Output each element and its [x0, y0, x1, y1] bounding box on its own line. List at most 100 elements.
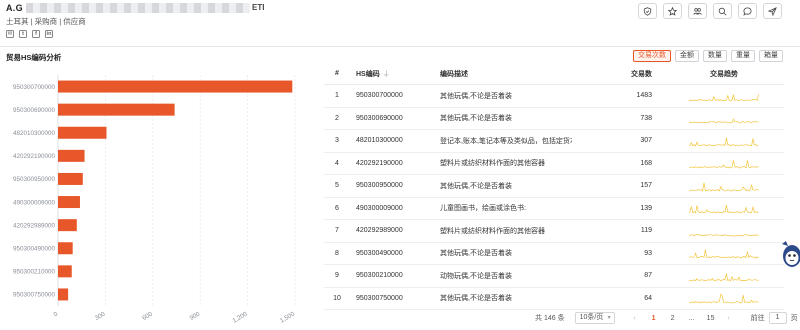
x-tick-label: 900 — [189, 310, 202, 322]
row-trend — [668, 156, 780, 170]
bar-950300210000[interactable] — [58, 265, 72, 278]
row-description: 其他玩偶,不论是否着装 — [440, 115, 512, 123]
header-actions — [638, 3, 782, 19]
page-2[interactable]: 2 — [666, 315, 680, 322]
chat-button[interactable] — [738, 3, 757, 19]
row-trend — [668, 111, 780, 125]
table-row[interactable]: 9 950300210000 动物玩偶,不论是否着装 87 — [324, 265, 784, 288]
tab-trade-count[interactable]: 交易次数 — [633, 50, 671, 62]
panel-title: 贸易HS编码分析 — [6, 53, 62, 62]
row-hs-code[interactable]: 950300750000 — [350, 295, 432, 302]
bar-420292989000[interactable] — [58, 219, 77, 232]
table-body: 1 950300700000 其他玩偶,不论是否着装 1483 2 95030069000… — [324, 85, 784, 310]
x-tick-label: 0 — [52, 310, 59, 318]
users-icon — [693, 7, 702, 15]
favorite-button[interactable] — [663, 3, 682, 19]
assistant-mascot-icon[interactable] — [778, 240, 800, 270]
row-trend — [668, 134, 780, 148]
social-links: ✉ t f in — [6, 30, 53, 38]
mail-icon[interactable]: ✉ — [6, 30, 14, 38]
linkedin-icon[interactable]: in — [45, 30, 53, 38]
share-button[interactable] — [763, 3, 782, 19]
page-1[interactable]: 1 — [647, 315, 661, 322]
row-hs-code[interactable]: 950300690000 — [350, 115, 432, 122]
tab-amount[interactable]: 金额 — [675, 50, 699, 62]
row-index: 2 — [335, 114, 339, 122]
row-hs-code[interactable]: 950300700000 — [350, 92, 432, 99]
x-tick-label: 600 — [141, 310, 154, 322]
row-index: 10 — [333, 294, 341, 302]
page-size-select[interactable]: 10条/页 ▾ — [574, 312, 615, 324]
page-ellipsis[interactable]: ... — [685, 315, 699, 322]
star-icon — [668, 6, 677, 16]
table-row[interactable]: 2 950300690000 其他玩偶,不论是否着装 738 — [324, 108, 784, 130]
goto-page-input[interactable]: 1 — [768, 312, 787, 324]
search-icon — [718, 7, 727, 15]
page-15[interactable]: 15 — [704, 315, 718, 322]
row-index: 9 — [335, 272, 339, 280]
table-row[interactable]: 5 950300950000 其他玩偶,不论是否着装 157 — [324, 175, 784, 198]
bar-950300950000[interactable] — [58, 172, 83, 185]
contacts-button[interactable] — [688, 3, 707, 19]
row-hs-code[interactable]: 950300490000 — [350, 250, 432, 257]
row-trend — [668, 179, 780, 193]
company-tags: 土耳其 | 采购商 | 供应商 — [6, 17, 86, 26]
bar-950300700000[interactable] — [58, 80, 293, 93]
prev-page-icon[interactable]: ‹ — [629, 315, 641, 322]
bar-482010300000[interactable] — [58, 126, 107, 139]
row-hs-code[interactable]: 950300950000 — [350, 182, 432, 189]
trend-sparkline — [689, 94, 759, 102]
trend-sparkline — [689, 137, 759, 147]
trend-sparkline — [689, 233, 759, 237]
search-button[interactable] — [713, 3, 732, 19]
row-hs-code[interactable]: 482010300000 — [350, 137, 432, 144]
header-hs-code[interactable]: HS编码 ⏚ — [350, 69, 432, 79]
header-trend: 交易趋势 — [710, 70, 738, 78]
goto-suffix: 页 — [790, 315, 798, 322]
tab-weight[interactable]: 重量 — [731, 50, 755, 62]
y-tick-label: 420292989000 — [13, 222, 56, 229]
tab-quantity[interactable]: 数量 — [703, 50, 727, 62]
shield-button[interactable] — [638, 3, 657, 19]
row-hs-code[interactable]: 950300210000 — [350, 272, 432, 279]
tab-box-count[interactable]: 箱量 — [759, 50, 783, 62]
x-tick-label: 1,500 — [279, 310, 297, 324]
goto-label: 前往 — [750, 315, 765, 322]
filter-icon[interactable]: ⏚ — [383, 69, 390, 79]
hs-table: # HS编码 ⏚ 编码描述 交易数 交易趋势 1 950300700000 其他玩偶,… — [324, 63, 784, 310]
row-trade-count: 93 — [644, 249, 652, 257]
row-hs-code[interactable]: 490300009000 — [350, 205, 432, 212]
table-row[interactable]: 1 950300700000 其他玩偶,不论是否着装 1483 — [324, 85, 784, 108]
facebook-icon[interactable]: f — [32, 30, 40, 38]
next-page-icon[interactable]: › — [723, 315, 735, 322]
header-description: 编码描述 — [440, 70, 468, 78]
row-trade-count: 119 — [640, 227, 652, 235]
y-tick-label: 490300009000 — [13, 199, 56, 206]
trend-sparkline — [689, 205, 759, 214]
table-row[interactable]: 6 490300009000 儿童图画书，绘画或涂色书: 139 — [324, 198, 784, 220]
bar-950300750000[interactable] — [58, 288, 69, 301]
row-hs-code[interactable]: 420292989000 — [350, 227, 432, 234]
bar-950300490000[interactable] — [58, 242, 73, 255]
twitter-icon[interactable]: t — [19, 30, 27, 38]
table-row[interactable]: 7 420292989000 塑料片或纺织材料作面的其他容器 119 — [324, 220, 784, 243]
row-index: 7 — [335, 227, 339, 235]
row-trade-count: 1483 — [636, 92, 652, 100]
row-description: 塑料片或纺织材料作面的其他容器 — [440, 160, 545, 168]
y-tick-label: 482010300000 — [13, 130, 56, 137]
table-row[interactable]: 10 950300750000 其他玩偶,不论是否着装 64 — [324, 288, 784, 310]
row-trend — [668, 246, 780, 260]
row-description: 其他玩偶,不论是否着装 — [440, 295, 512, 303]
row-trend — [668, 201, 780, 215]
row-description: 其他玩偶,不论是否着装 — [440, 182, 512, 190]
table-row[interactable]: 3 482010300000 登记本,账本,笔记本等及类似品，包括定货本,收... 3… — [324, 130, 784, 153]
table-row[interactable]: 8 950300490000 其他玩偶,不论是否着装 93 — [324, 243, 784, 265]
company-name: A.G — [6, 3, 23, 13]
page-size-value: 10条/页 — [579, 314, 604, 321]
row-trade-count: 64 — [644, 294, 652, 302]
bar-950300690000[interactable] — [58, 103, 175, 116]
bar-490300009000[interactable] — [58, 196, 80, 209]
table-row[interactable]: 4 420292190000 塑料片或纺织材料作面的其他容器 168 — [324, 153, 784, 175]
row-hs-code[interactable]: 420292190000 — [350, 160, 432, 167]
bar-420292190000[interactable] — [58, 149, 85, 162]
